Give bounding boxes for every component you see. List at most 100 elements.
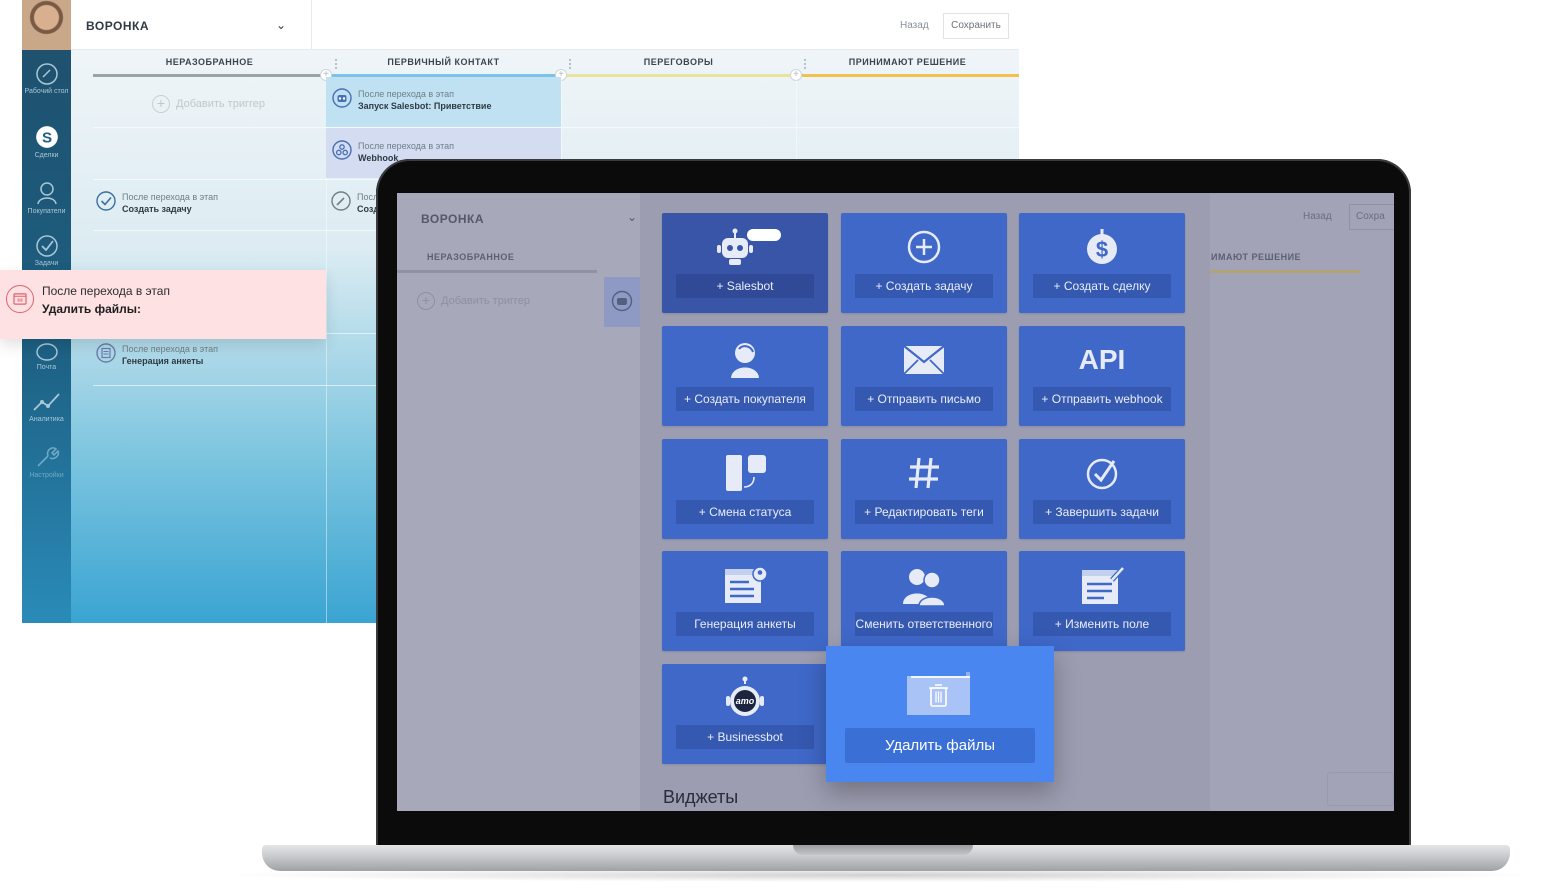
action-card-send-webhook[interactable]: API + Отправить webhook bbox=[1019, 326, 1185, 426]
save-button[interactable]: Сохранить bbox=[943, 13, 1009, 39]
drag-handle-icon[interactable] bbox=[803, 58, 807, 70]
sidebar-item-tasks[interactable]: Задачи bbox=[22, 234, 71, 268]
sidebar-item-deals[interactable]: S Сделки bbox=[22, 124, 71, 160]
trigger-action: Создать задачу bbox=[122, 204, 192, 214]
add-trigger-button[interactable]: + Добавить триггер bbox=[152, 95, 265, 113]
form-icon bbox=[725, 566, 768, 603]
add-trigger-label: Добавить триггер bbox=[441, 294, 530, 307]
trigger-popup[interactable]: После перехода в этап Удалить файлы: bbox=[0, 270, 326, 339]
action-card-complete-tasks[interactable]: + Завершить задачи bbox=[1019, 439, 1185, 539]
analytics-icon bbox=[32, 393, 60, 411]
column-color-line bbox=[93, 74, 326, 77]
dashboard-icon bbox=[35, 63, 58, 85]
sidebar-item-analytics[interactable]: Аналитика bbox=[22, 390, 71, 424]
edit-circle-icon bbox=[331, 191, 351, 211]
sidebar-item-mail[interactable]: Почта bbox=[22, 342, 71, 372]
form-icon bbox=[96, 343, 116, 363]
pipeline-panel-right bbox=[1210, 193, 1394, 811]
column-header-unsorted: НЕРАЗОБРАННОЕ bbox=[165, 57, 254, 67]
column-header-unsorted: НЕРАЗОБРАННОЕ bbox=[427, 252, 515, 262]
column-color-line bbox=[796, 74, 1019, 77]
column-header-negotiations: ПЕРЕГОВОРЫ bbox=[643, 57, 714, 67]
businessbot-icon: amo bbox=[726, 676, 764, 716]
column-header-decision: ИМАЮТ РЕШЕНИЕ bbox=[1211, 252, 1302, 262]
card-label: Сменить ответственного bbox=[855, 612, 993, 636]
action-card-send-email[interactable]: + Отправить письмо bbox=[841, 326, 1007, 426]
add-trigger-label: Добавить триггер bbox=[176, 97, 265, 110]
deals-icon: S bbox=[35, 126, 58, 148]
action-card-change-status[interactable]: + Смена статуса bbox=[662, 439, 828, 539]
sidebar-item-label: Аналитика bbox=[29, 416, 64, 423]
action-card-create-task[interactable]: + Создать задачу bbox=[841, 213, 1007, 313]
sidebar-item-label: Задачи bbox=[34, 260, 59, 267]
widgets-section-title: Виджеты bbox=[663, 787, 739, 807]
sidebar-item-label: Сделки bbox=[34, 152, 59, 159]
header-bar bbox=[71, 0, 1019, 50]
column-header-decision: ПРИНИМАЮТ РЕШЕНИЕ bbox=[848, 57, 967, 67]
webhook-icon bbox=[332, 140, 352, 160]
robot-icon bbox=[332, 88, 352, 108]
card-label: Генерация анкеты bbox=[676, 612, 814, 636]
action-card-salesbot[interactable]: + Salesbot bbox=[662, 213, 828, 313]
sidebar-item-customers[interactable]: Покупатели bbox=[22, 180, 71, 216]
action-card-create-customer[interactable]: + Создать покупателя bbox=[662, 326, 828, 426]
card-label: + Businessbot bbox=[676, 725, 814, 749]
check-circle-icon bbox=[96, 191, 116, 211]
sidebar-item-label: Рабочий стол bbox=[24, 88, 69, 95]
svg-text:$: $ bbox=[1096, 237, 1108, 262]
pipeline-title[interactable]: ВОРОНКА bbox=[86, 19, 149, 33]
svg-text:S: S bbox=[41, 129, 51, 146]
api-icon: API bbox=[1078, 344, 1126, 375]
action-card-generate-form[interactable]: Генерация анкеты bbox=[662, 551, 828, 651]
save-button[interactable]: Сохра bbox=[1349, 204, 1394, 230]
hashtag-icon bbox=[909, 457, 939, 489]
card-label: + Смена статуса bbox=[676, 500, 814, 524]
action-card-create-deal[interactable]: $ + Создать сделку bbox=[1019, 213, 1185, 313]
delete-files-button[interactable]: Удалить файлы bbox=[845, 728, 1035, 763]
plus-circle-icon bbox=[907, 230, 941, 264]
customers-icon bbox=[36, 182, 57, 205]
action-card-change-responsible[interactable]: Сменить ответственного bbox=[841, 551, 1007, 651]
salesbot-icon bbox=[717, 228, 781, 265]
folder-trash-icon bbox=[907, 672, 970, 715]
card-label: + Изменить поле bbox=[1033, 612, 1171, 636]
chevron-down-icon[interactable]: ⌄ bbox=[627, 210, 637, 224]
back-button[interactable]: Назад bbox=[900, 20, 929, 31]
plus-circle-icon: + bbox=[152, 95, 170, 113]
popup-caption: После перехода в этап bbox=[42, 284, 170, 298]
customer-icon bbox=[731, 343, 759, 378]
action-card-delete-files[interactable]: Удалить файлы bbox=[826, 646, 1054, 782]
avatar[interactable] bbox=[22, 0, 71, 50]
trigger-cell bbox=[604, 277, 640, 327]
edit-field-icon bbox=[1082, 566, 1125, 604]
status-change-icon bbox=[726, 455, 766, 491]
column-color-line bbox=[397, 270, 597, 273]
sidebar-item-dashboard[interactable]: Рабочий стол bbox=[22, 62, 71, 96]
card-label: + Отправить webhook bbox=[1033, 387, 1171, 411]
drag-handle-icon[interactable] bbox=[568, 58, 572, 70]
trigger-item[interactable]: После перехода в этап Генерация анкеты bbox=[96, 343, 218, 367]
plus-circle-icon: + bbox=[417, 292, 435, 310]
sidebar-item-label: Настройки bbox=[29, 472, 64, 479]
users-icon bbox=[903, 569, 946, 606]
column-color-line bbox=[561, 74, 796, 77]
pipeline-title[interactable]: ВОРОНКА bbox=[421, 212, 484, 226]
column-color-line bbox=[1210, 270, 1360, 273]
mail-icon bbox=[35, 343, 58, 361]
action-card-businessbot[interactable]: amo + Businessbot bbox=[662, 664, 828, 764]
trigger-item[interactable]: После перехода в этап Запуск Salesbot: Пр… bbox=[332, 88, 491, 112]
add-trigger-button[interactable]: + Добавить триггер bbox=[417, 292, 530, 310]
card-label: + Редактировать теги bbox=[855, 500, 993, 524]
svg-text:amo: amo bbox=[736, 696, 755, 706]
chevron-down-icon[interactable]: ⌄ bbox=[276, 18, 286, 32]
action-card-edit-tags[interactable]: + Редактировать теги bbox=[841, 439, 1007, 539]
corner-widget[interactable] bbox=[1327, 772, 1394, 806]
back-button[interactable]: Назад bbox=[1303, 211, 1332, 222]
card-label: + Создать покупателя bbox=[676, 387, 814, 411]
trigger-item[interactable]: После перехода в этап Создать задачу bbox=[96, 191, 218, 215]
sidebar-item-settings[interactable]: Настройки bbox=[22, 444, 71, 480]
drag-handle-icon[interactable] bbox=[334, 58, 338, 70]
folder-delete-icon bbox=[6, 285, 34, 313]
action-card-change-field[interactable]: + Изменить поле bbox=[1019, 551, 1185, 651]
settings-icon bbox=[36, 447, 59, 467]
